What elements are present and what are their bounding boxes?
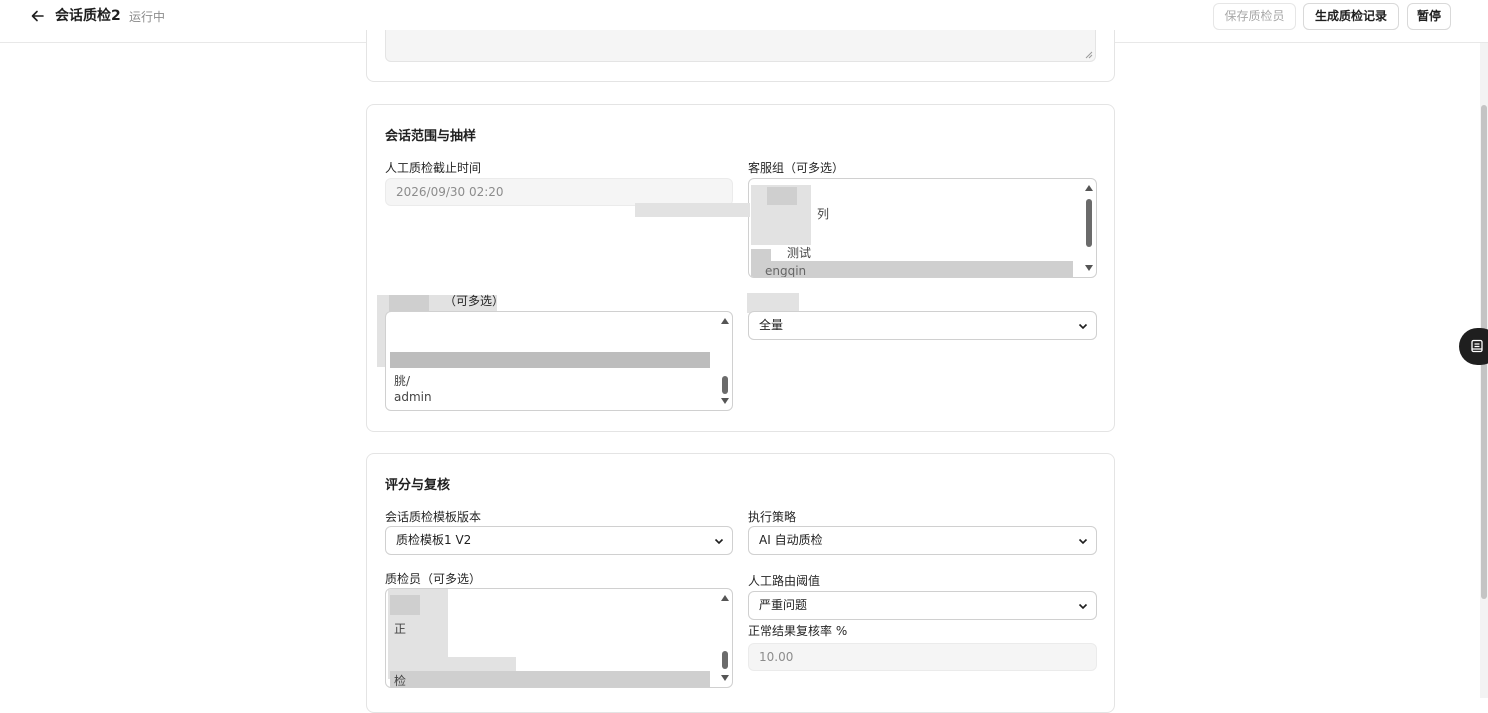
sampling-select[interactable]: 全量 [748,311,1097,340]
page-scrollbar[interactable] [1480,43,1488,698]
arrow-left-icon[interactable] [28,6,48,26]
page-title: 会话质检2 [55,8,121,24]
agents-listbox[interactable]: 朓/ admin [385,311,733,411]
chevron-down-icon [1078,538,1088,545]
routing-select[interactable]: 严重问题 [748,591,1097,620]
template-select[interactable]: 质检模板1 V2 [385,526,733,555]
scroll-up-arrow[interactable] [721,318,729,324]
generate-records-button[interactable]: 生成质检记录 [1303,3,1399,30]
selected-option-highlight [390,352,710,368]
save-inspector-button[interactable]: 保存质检员 [1213,3,1296,30]
inspectors-listbox[interactable]: 正 检 [385,588,733,688]
scope-section-title: 会话范围与抽样 [385,129,477,144]
list-item[interactable]: 测试 [787,245,811,261]
redacted-block [635,203,750,217]
redacted-block [390,595,420,615]
deadline-label: 人工质检截止时间 [385,161,482,175]
scope-sampling-card: 会话范围与抽样 人工质检截止时间 2026/09/30 02:20 客服组（可多… [366,104,1115,432]
status-text: 运行中 [129,10,166,24]
template-value: 质检模板1 V2 [396,533,472,547]
score-section-title: 评分与复核 [385,478,451,493]
scroll-down-arrow[interactable] [721,398,729,404]
description-textarea[interactable] [385,30,1096,62]
description-card [366,30,1115,82]
strategy-value: AI 自动质检 [759,533,823,547]
template-label: 会话质检模板版本 [385,510,482,524]
groups-listbox[interactable]: 列 测试 engqin [748,178,1097,278]
redacted-block [747,293,799,313]
sampling-value: 全量 [759,318,784,332]
scroll-down-arrow[interactable] [1085,265,1093,271]
list-item[interactable]: 正 [394,621,406,637]
review-rate-input[interactable]: 10.00 [748,643,1097,671]
scrollbar-thumb[interactable] [722,376,728,394]
scrollbar-thumb[interactable] [1086,199,1092,247]
agents-label: （可多选） [444,294,505,308]
list-item[interactable]: 列 [817,206,829,222]
chevron-down-icon [1078,603,1088,610]
routing-label: 人工路由阈值 [748,574,821,588]
strategy-select[interactable]: AI 自动质检 [748,526,1097,555]
resize-grip-icon[interactable] [1085,51,1093,59]
strategy-label: 执行策略 [748,510,797,524]
chevron-down-icon [1078,323,1088,330]
score-review-card: 评分与复核 会话质检模板版本 质检模板1 V2 执行策略 AI 自动质检 质检员… [366,453,1115,713]
book-icon [1471,339,1483,353]
scroll-up-arrow[interactable] [1085,185,1093,191]
routing-value: 严重问题 [759,598,808,612]
list-item[interactable]: engqin [765,263,806,277]
groups-label: 客服组（可多选） [748,161,845,175]
scroll-up-arrow[interactable] [721,595,729,601]
scroll-down-arrow[interactable] [721,675,729,681]
chevron-down-icon [714,538,724,545]
inspectors-label: 质检员（可多选） [385,572,482,586]
review-rate-label: 正常结果复核率 % [748,624,848,638]
list-item[interactable]: admin [394,389,432,405]
floating-action-button[interactable] [1459,328,1488,365]
selected-option-highlight [390,671,710,687]
deadline-input[interactable]: 2026/09/30 02:20 [385,178,733,206]
scrollbar-thumb[interactable] [722,651,728,669]
list-item[interactable]: 朓/ [394,373,410,389]
list-item[interactable]: 检 [394,673,406,687]
redacted-block [767,187,797,205]
pause-button[interactable]: 暂停 [1407,3,1451,30]
